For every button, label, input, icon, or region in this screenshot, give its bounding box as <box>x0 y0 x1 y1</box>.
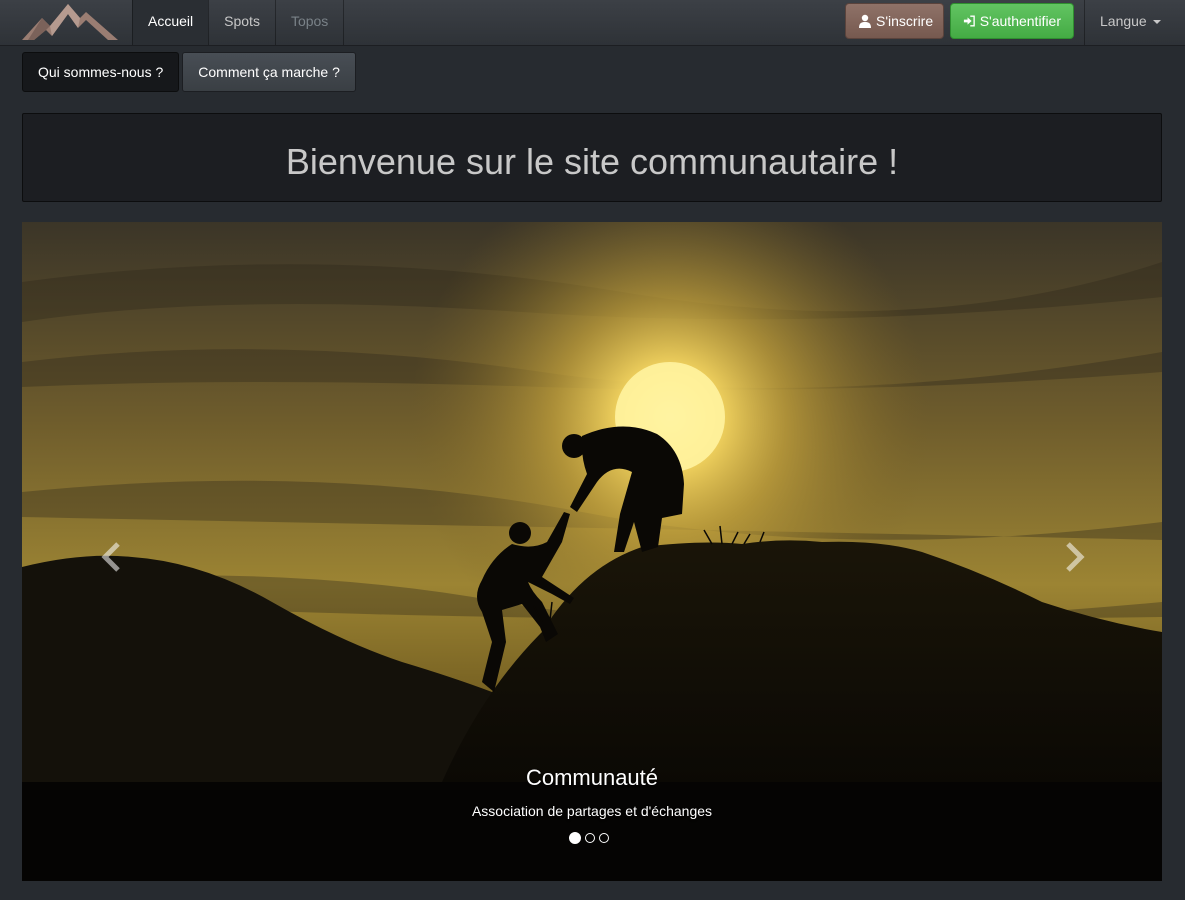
welcome-title: Bienvenue sur le site communautaire ! <box>285 141 899 182</box>
mountain-logo-icon <box>22 4 118 40</box>
carousel-indicator-1[interactable] <box>569 832 581 844</box>
nav-topos[interactable]: Topos <box>274 0 345 45</box>
hero-carousel: Communauté Association de partages et d'… <box>22 222 1162 881</box>
carousel-caption-text: Association de partages et d'échanges <box>471 803 713 819</box>
carousel-indicators <box>569 832 609 844</box>
carousel-next-button[interactable] <box>1054 537 1094 577</box>
about-button[interactable]: Qui sommes-nous ? <box>22 52 180 92</box>
top-navbar: Accueil Spots Topos S'inscrire S'authent… <box>0 0 1185 46</box>
chevron-left-icon <box>101 542 120 572</box>
nav-spots[interactable]: Spots <box>208 0 275 45</box>
welcome-banner: Bienvenue sur le site communautaire ! <box>22 113 1162 202</box>
language-label: Langue <box>1100 13 1147 29</box>
language-dropdown[interactable]: Langue <box>1084 0 1185 45</box>
user-icon <box>859 14 871 28</box>
caret-down-icon <box>1152 20 1161 25</box>
main-nav: Accueil Spots Topos <box>132 0 345 45</box>
sign-in-icon <box>963 15 975 27</box>
carousel-caption-title: Communauté <box>525 765 659 790</box>
login-label: S'authentifier <box>979 13 1061 29</box>
how-it-works-button[interactable]: Comment ça marche ? <box>182 52 356 92</box>
nav-accueil[interactable]: Accueil <box>132 0 209 45</box>
signup-button[interactable]: S'inscrire <box>845 3 944 39</box>
chevron-right-icon <box>1066 542 1085 572</box>
carousel-indicator-3[interactable] <box>599 833 609 843</box>
carousel-indicator-2[interactable] <box>585 833 595 843</box>
login-button[interactable]: S'authentifier <box>950 3 1074 39</box>
brand-logo[interactable] <box>20 0 120 44</box>
signup-label: S'inscrire <box>876 13 934 29</box>
secondary-nav: Qui sommes-nous ? Comment ça marche ? <box>22 52 356 92</box>
carousel-prev-button[interactable] <box>92 537 132 577</box>
